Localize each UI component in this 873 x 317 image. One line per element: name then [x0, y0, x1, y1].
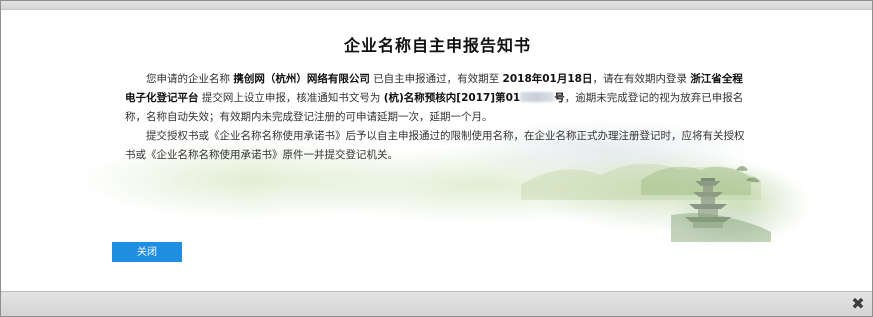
- doc-number-prefix: (杭)名称预核内[2017]第01: [383, 92, 521, 104]
- dialog-top-bar: [1, 1, 872, 10]
- text-segment: 提交网上设立申报，核准通知书文号为: [201, 92, 381, 104]
- notice-paragraph-1: 您申请的企业名称 携创网（杭州）网络有限公司 已自主申报通过，有效期至 2018…: [125, 70, 753, 127]
- close-icon[interactable]: ✖: [850, 296, 866, 312]
- close-button[interactable]: 关闭: [112, 242, 182, 262]
- company-name: 携创网（杭州）网络有限公司: [233, 73, 370, 85]
- doc-number-suffix: 号: [554, 92, 565, 104]
- notice-body: 您申请的企业名称 携创网（杭州）网络有限公司 已自主申报通过，有效期至 2018…: [125, 70, 753, 165]
- redacted-digits: [520, 92, 555, 102]
- expiry-date: 2018年01月18日: [502, 73, 593, 85]
- text-segment: ，请在有效期内登录: [592, 73, 687, 85]
- text-segment: 已自主申报通过，有效期至: [373, 73, 500, 85]
- dialog-content: 企业名称自主申报告知书 您申请的企业名称 携创网（杭州）网络有限公司 已自主申报…: [1, 10, 872, 292]
- dialog-bottom-bar: ✖: [1, 291, 872, 316]
- dialog-window: 企业名称自主申报告知书 您申请的企业名称 携创网（杭州）网络有限公司 已自主申报…: [0, 0, 873, 317]
- notice-paragraph-2: 提交授权书或《企业名称名称使用承诺书》后予以自主申报通过的限制使用名称，在企业名…: [125, 130, 745, 161]
- text-segment: 您申请的企业名称: [146, 73, 230, 85]
- page-title: 企业名称自主申报告知书: [343, 36, 531, 55]
